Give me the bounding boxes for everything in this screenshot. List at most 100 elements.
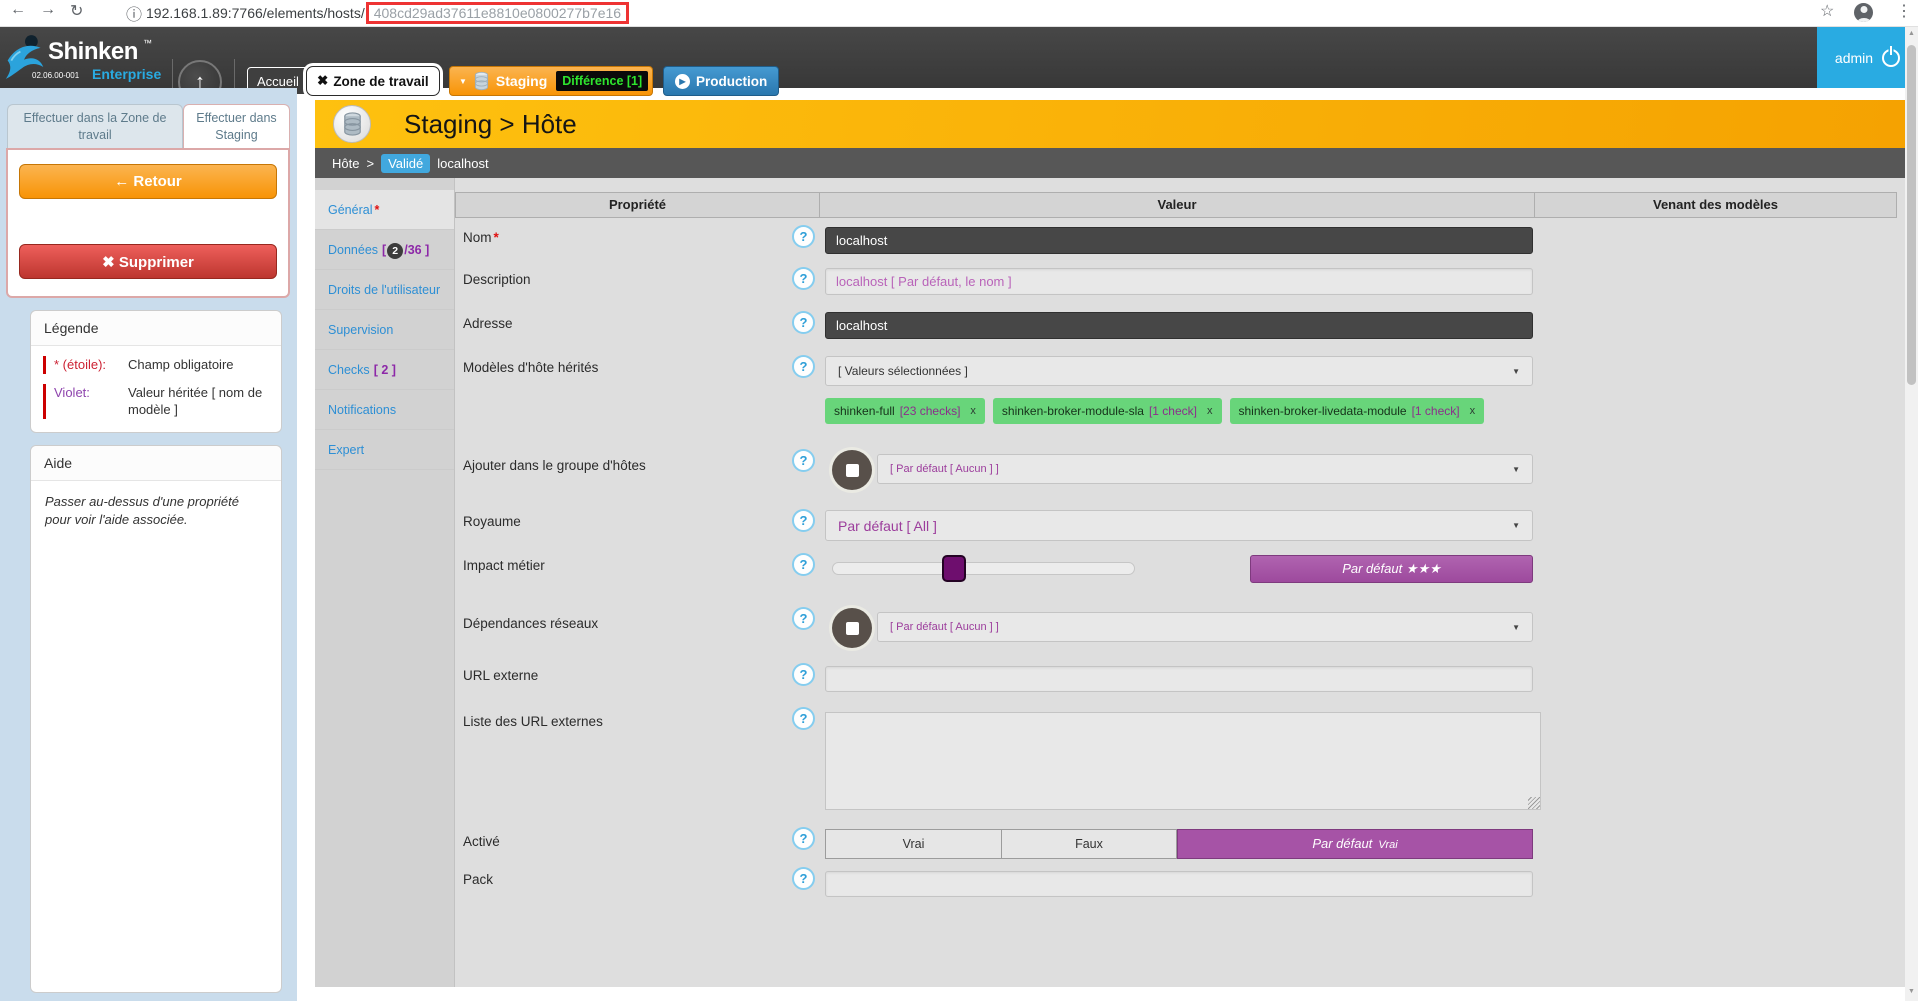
- active-option-false[interactable]: Faux: [1001, 829, 1177, 859]
- database-icon: [474, 71, 489, 91]
- resize-handle[interactable]: [1528, 797, 1540, 809]
- difference-badge[interactable]: Différence [1]: [556, 71, 648, 91]
- help-icon[interactable]: ?: [792, 867, 815, 890]
- shinken-logo[interactable]: Shinken ™ 02.06.00-001 Enterprise: [4, 30, 174, 85]
- tab-supervision[interactable]: Supervision: [315, 310, 454, 350]
- status-badge: Validé: [381, 154, 430, 173]
- groupe-select[interactable]: [ Par défaut [ Aucun ] ]▼: [877, 454, 1533, 484]
- template-tag[interactable]: shinken-broker-module-sla[1 check]x: [993, 398, 1222, 424]
- toggle-mode-button[interactable]: [832, 608, 872, 648]
- scrollbar-up-icon[interactable]: ▲: [1905, 30, 1918, 37]
- liste-url-textarea[interactable]: [825, 712, 1541, 810]
- address-bar[interactable]: 192.168.1.89:7766/elements/hosts/ 408cd2…: [146, 2, 629, 24]
- tag-name: shinken-broker-module-sla: [1002, 404, 1144, 418]
- tab-notifications[interactable]: Notifications: [315, 390, 454, 430]
- browser-menu-icon[interactable]: ⋮: [1896, 1, 1912, 21]
- workzone-button[interactable]: ✖ Zone de travail: [306, 66, 440, 96]
- page-title: Staging > Hôte: [404, 109, 577, 140]
- browser-back-icon[interactable]: ←: [10, 1, 26, 19]
- bracket: [ 2 ]: [374, 363, 396, 377]
- tab-donnees[interactable]: Données[2/36 ]: [315, 230, 454, 270]
- select-value: [ Valeurs sélectionnées ]: [838, 364, 968, 378]
- breadcrumb: Hôte > Validé localhost: [315, 148, 1905, 178]
- power-icon[interactable]: [1882, 49, 1900, 67]
- royaume-select[interactable]: Par défaut [ All ]▼: [825, 510, 1533, 541]
- legend-term: Violet:: [54, 384, 128, 419]
- active-option-default[interactable]: Par défautVrai: [1177, 829, 1533, 859]
- pack-input[interactable]: [825, 871, 1533, 897]
- help-icon[interactable]: ?: [792, 509, 815, 532]
- impact-default-button[interactable]: Par défaut ★★★: [1250, 555, 1533, 583]
- tab-expert[interactable]: Expert: [315, 430, 454, 470]
- breadcrumb-separator: >: [366, 156, 374, 171]
- tab-workzone[interactable]: Effectuer dans la Zone de travail: [7, 104, 183, 148]
- tab-general[interactable]: Général*: [315, 190, 454, 230]
- bracket: [: [382, 243, 386, 257]
- help-icon[interactable]: ?: [792, 553, 815, 576]
- field-label: Modèles d'hôte hérités: [463, 360, 598, 375]
- help-icon[interactable]: ?: [792, 827, 815, 850]
- url-prefix: 192.168.1.89:7766/elements/hosts/: [146, 5, 365, 21]
- help-icon[interactable]: ?: [792, 355, 815, 378]
- toggle-mode-button[interactable]: [832, 450, 872, 490]
- breadcrumb-root[interactable]: Hôte: [332, 156, 359, 171]
- field-row-pack: Pack ?: [455, 864, 1905, 900]
- browser-reload-icon[interactable]: ↻: [70, 1, 83, 21]
- delete-button[interactable]: ✖ Supprimer: [19, 244, 277, 279]
- help-icon[interactable]: ?: [792, 267, 815, 290]
- impact-slider-handle[interactable]: [942, 555, 966, 582]
- nom-input[interactable]: [825, 227, 1533, 254]
- adresse-input[interactable]: [825, 312, 1533, 339]
- tab-label: Checks: [328, 363, 370, 377]
- back-button[interactable]: ← Retour: [19, 164, 277, 199]
- description-input[interactable]: [825, 268, 1533, 295]
- modeles-select[interactable]: [ Valeurs sélectionnées ]▼: [825, 356, 1533, 386]
- browser-forward-icon[interactable]: →: [40, 1, 56, 19]
- help-icon[interactable]: ?: [792, 311, 815, 334]
- required-star: *: [374, 203, 379, 217]
- template-tag[interactable]: shinken-full[23 checks]x: [825, 398, 985, 424]
- help-icon[interactable]: ?: [792, 225, 815, 248]
- avatar-head: [1860, 6, 1867, 13]
- play-circle-icon: ▶: [675, 74, 690, 89]
- remove-tag-icon[interactable]: x: [970, 405, 976, 417]
- field-label: Ajouter dans le groupe d'hôtes: [463, 458, 646, 473]
- tab-checks[interactable]: Checks [ 2 ]: [315, 350, 454, 390]
- help-icon[interactable]: ?: [792, 707, 815, 730]
- page-scrollbar[interactable]: ▲ ▼: [1905, 27, 1918, 1001]
- user-menu[interactable]: admin: [1817, 27, 1918, 88]
- active-option-true[interactable]: Vrai: [825, 829, 1001, 859]
- help-body: Passer au-dessus d'une propriété pour vo…: [31, 481, 281, 541]
- delete-label: Supprimer: [119, 254, 194, 271]
- help-icon[interactable]: ?: [792, 607, 815, 630]
- chevron-down-icon: ▼: [1512, 465, 1520, 474]
- brand-version: 02.06.00-001: [32, 71, 79, 80]
- field-label: Liste des URL externes: [463, 714, 603, 729]
- staging-button[interactable]: ▼ Staging Différence [1]: [449, 66, 653, 96]
- browser-profile-icon[interactable]: [1854, 3, 1873, 22]
- tab-staging[interactable]: Effectuer dans Staging: [183, 104, 290, 148]
- left-arrow-icon: ←: [114, 173, 129, 190]
- url-highlighted-id: 408cd29ad37611e8810e0800277b7e16: [366, 2, 629, 24]
- url-externe-input[interactable]: [825, 666, 1533, 692]
- field-row-dependances: Dépendances réseaux ? [ Par défaut [ Auc…: [455, 604, 1905, 656]
- dependances-select[interactable]: [ Par défaut [ Aucun ] ]▼: [877, 612, 1533, 642]
- bookmark-star-icon[interactable]: ☆: [1820, 1, 1834, 21]
- impact-slider-track[interactable]: [832, 562, 1135, 575]
- scrollbar-down-icon[interactable]: ▼: [1905, 988, 1918, 995]
- field-row-impact: Impact métier ? Par défaut ★★★: [455, 550, 1905, 590]
- template-tag[interactable]: shinken-broker-livedata-module[1 check]x: [1230, 398, 1485, 424]
- tab-droits[interactable]: Droits de l'utilisateur: [315, 270, 454, 310]
- remove-tag-icon[interactable]: x: [1470, 405, 1476, 417]
- scrollbar-thumb[interactable]: [1907, 45, 1916, 385]
- bracket: /36 ]: [404, 243, 429, 257]
- page-info-icon[interactable]: ⓘ: [126, 1, 142, 25]
- close-icon: ✖: [102, 254, 115, 271]
- help-icon[interactable]: ?: [792, 663, 815, 686]
- production-button[interactable]: ▶ Production: [663, 66, 779, 96]
- back-label: Retour: [133, 173, 181, 190]
- help-icon[interactable]: ?: [792, 449, 815, 472]
- tab-label: Supervision: [328, 323, 393, 337]
- remove-tag-icon[interactable]: x: [1207, 405, 1213, 417]
- tab-label: Expert: [328, 443, 364, 457]
